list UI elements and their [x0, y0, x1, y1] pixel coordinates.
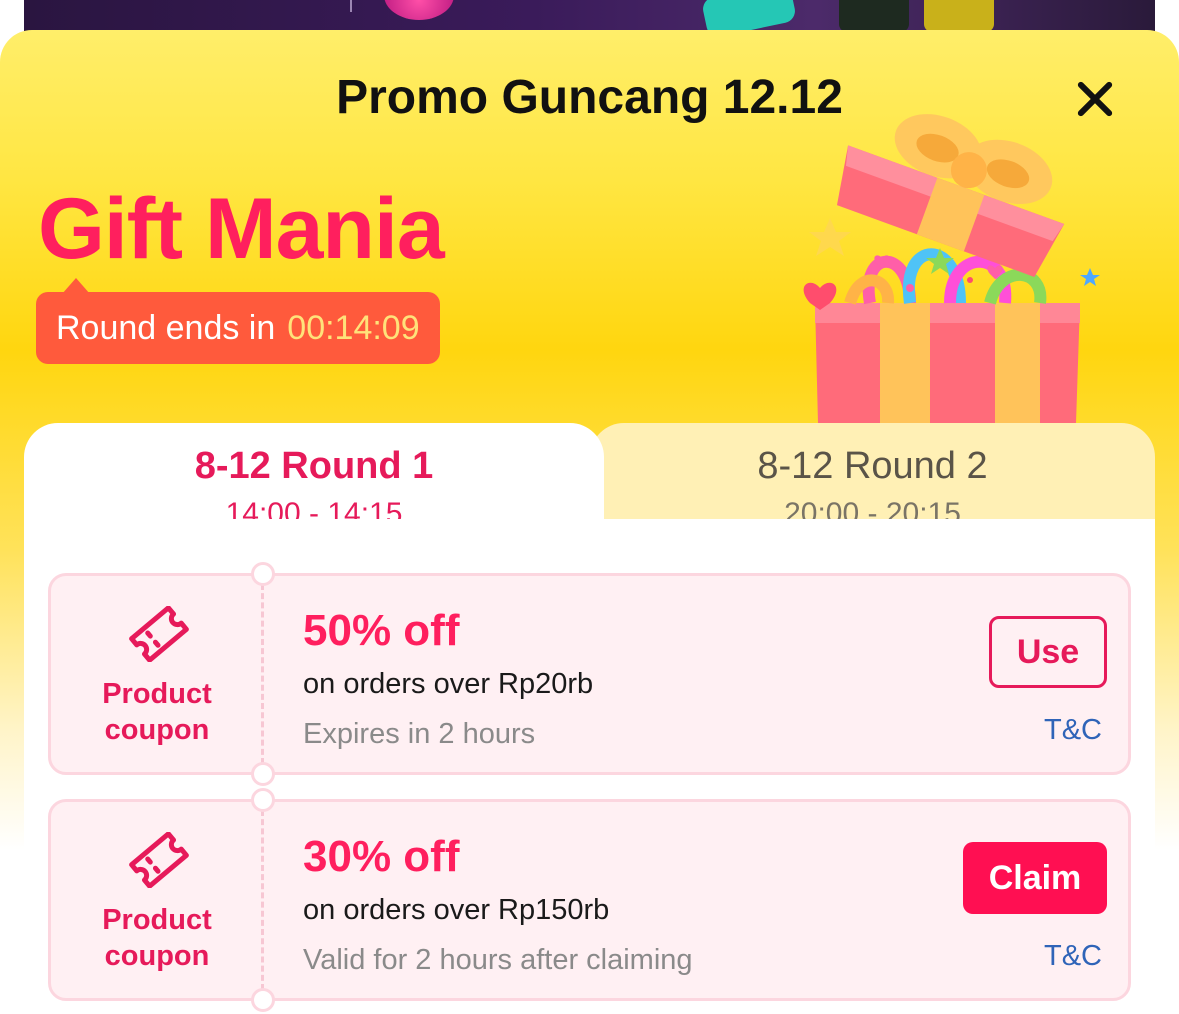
coupon-type: Product coupon — [51, 676, 263, 748]
coupon-discount: 50% off — [303, 606, 460, 655]
coupon-stub: Product coupon — [51, 802, 263, 998]
coupon-expiry: Expires in 2 hours — [303, 718, 536, 750]
banner-product-image — [384, 0, 454, 20]
banner-product-image — [924, 0, 994, 32]
banner-divider — [350, 0, 352, 12]
perforation-divider — [261, 584, 264, 764]
claim-button[interactable]: Claim — [963, 842, 1107, 914]
coupon-notch — [251, 788, 275, 812]
tnc-link[interactable]: T&C — [1044, 940, 1102, 973]
ticket-icon — [129, 606, 189, 662]
banner-product-image — [839, 0, 909, 32]
tab-title: 8-12 Round 2 — [757, 445, 988, 487]
tnc-link[interactable]: T&C — [1044, 714, 1102, 747]
coupon-stub: Product coupon — [51, 576, 263, 772]
use-button[interactable]: Use — [989, 616, 1107, 688]
perforation-divider — [261, 810, 264, 990]
coupon-notch — [251, 562, 275, 586]
round-timer: Round ends in 00:14:09 — [36, 278, 440, 364]
gift-box-icon — [803, 114, 1100, 423]
coupon-type-line: coupon — [104, 714, 210, 746]
coupon-discount: 30% off — [303, 832, 460, 881]
coupon-expiry: Valid for 2 hours after claiming — [303, 944, 693, 976]
coupon-condition: on orders over Rp150rb — [303, 894, 610, 926]
coupon-type-line: coupon — [104, 940, 210, 972]
timer-label: Round ends in — [56, 308, 276, 347]
coupon-card: Product coupon 30% off on orders over Rp… — [48, 788, 1131, 1012]
coupon-notch — [251, 988, 275, 1012]
ticket-icon — [129, 832, 189, 888]
coupon-card: Product coupon 50% off on orders over Rp… — [48, 562, 1131, 786]
coupon-type-line: Product — [102, 904, 212, 936]
timer-value: 00:14:09 — [287, 308, 420, 347]
coupon-condition: on orders over Rp20rb — [303, 668, 594, 700]
coupon-notch — [251, 762, 275, 786]
coupon-type-line: Product — [102, 678, 212, 710]
tab-title: 8-12 Round 1 — [194, 445, 434, 487]
headline: Gift Mania — [38, 181, 445, 277]
coupon-type: Product coupon — [51, 902, 263, 974]
